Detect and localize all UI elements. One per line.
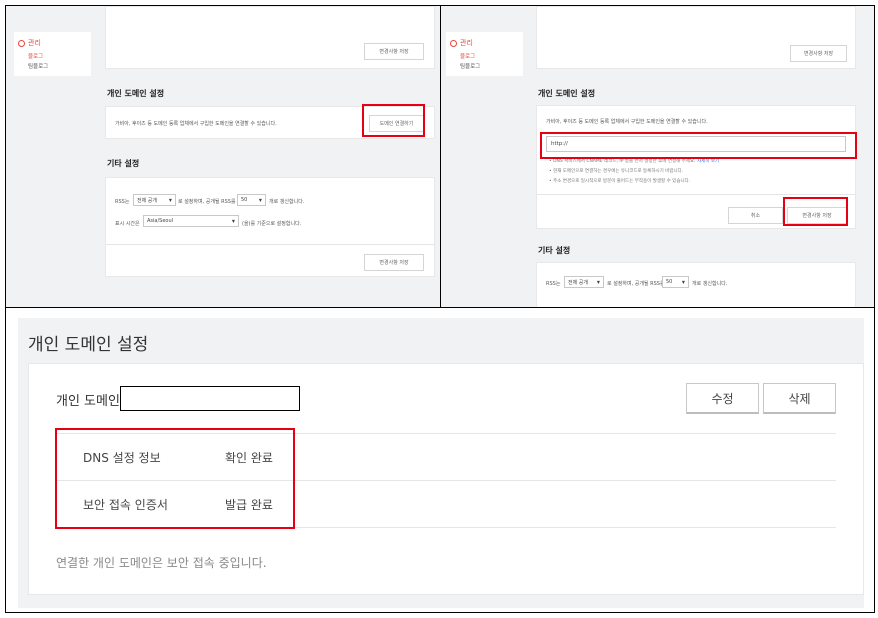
sidebar-item-blog[interactable]: 블로그 [28,52,43,60]
timezone-select[interactable]: Asia/Seoul ▼ [143,215,239,227]
etc-section-title: 기타 설정 [107,159,140,168]
rss-count-select[interactable]: 50 ▼ [662,276,689,288]
edit-button[interactable]: 수정 [686,383,759,414]
etc-section-title: 기타 설정 [538,246,571,255]
learn-more-link[interactable]: 자세히 보기 [697,159,719,164]
sidebar-title[interactable]: 관리 [18,38,41,48]
highlight-domain-input [540,132,857,159]
sidebar-title[interactable]: 관리 [450,38,473,48]
previous-section-card: 변경사항 저장 [105,6,435,69]
rss-mid: 로 설정하며, 공개될 RSS를 [178,199,236,205]
rss-prefix: RSS는 [115,199,130,205]
previous-section-card: 변경사항 저장 [536,6,856,69]
domain-section-title: 개인 도메인 설정 [538,89,596,98]
panel-domain-input: 관리 블로그 팀블로그 변경사항 저장 개인 도메인 설정 가비아, 후이즈 등… [440,5,875,308]
rss-mid: 로 설정하며, 공개될 RSS를 [607,281,665,287]
domain-section-title: 개인 도메인 설정 [107,89,165,98]
etc-section-card: RSS는 전체 공개 ▼ 로 설정하며, 공개될 RSS를 50 ▼ 개로 갱신… [536,262,856,307]
domain-value-redacted [120,386,300,411]
secure-connection-note: 연결한 개인 도메인은 보안 접속 중입니다. [56,556,267,570]
save-changes-button[interactable]: 변경사항 저장 [364,254,424,271]
highlight-status-rows [55,428,295,529]
chevron-down-icon: ▼ [231,218,235,224]
panel-domain-connected: 개인 도메인 설정 개인 도메인 수정 삭제 DNS 설정 정보 확인 완료 보… [5,307,875,613]
sidebar: 관리 블로그 팀블로그 [14,32,91,76]
delete-button[interactable]: 삭제 [763,383,836,414]
etc-section-card: RSS는 전체 공개 ▼ 로 설정하며, 공개될 RSS를 50 ▼ 개로 갱신… [105,177,435,277]
save-changes-button[interactable]: 변경사항 저장 [790,45,847,62]
note-item: • 현재 도메인으로 연결하는 경우에는 유니코드로 등록하시기 바랍니다. [549,169,684,174]
note-item: • 주소 변경으로 일시적으로 방문이 줄어드는 부작용이 발생할 수 있습니다… [549,179,691,184]
sidebar-item-team-blog[interactable]: 팀블로그 [28,62,48,70]
save-changes-button[interactable]: 변경사항 저장 [364,43,424,60]
gear-icon [450,39,457,47]
domain-description: 가비아, 후이즈 등 도메인 등록 업체에서 구입한 도메인을 연결할 수 있습… [546,119,708,125]
panel-before-connect: 관리 블로그 팀블로그 변경사항 저장 개인 도메인 설정 가비아, 후이즈 등… [5,5,441,308]
sidebar-item-team-blog[interactable]: 팀블로그 [460,62,480,70]
domain-description: 가비아, 후이즈 등 도메인 등록 업체에서 구입한 도메인을 연결할 수 있습… [115,121,277,127]
rss-scope-select[interactable]: 전체 공개 ▼ [564,276,604,288]
chevron-down-icon: ▼ [168,197,172,203]
rss-suffix: 개로 갱신합니다. [269,199,305,205]
timezone-prefix: 표시 시간은 [115,221,140,227]
chevron-down-icon: ▼ [596,279,600,285]
divider [537,194,855,195]
cancel-button[interactable]: 취소 [728,207,783,224]
divider [106,244,434,245]
rss-count-select[interactable]: 50 ▼ [237,194,266,206]
chevron-down-icon: ▼ [681,279,685,285]
sidebar: 관리 블로그 팀블로그 [446,32,523,76]
page-title: 개인 도메인 설정 [28,335,149,355]
timezone-suffix: (을)를 기준으로 설정합니다. [242,221,302,227]
highlight-save-button [783,197,848,226]
sidebar-item-blog[interactable]: 블로그 [460,52,475,60]
gear-icon [18,39,25,47]
rss-prefix: RSS는 [546,281,561,287]
domain-label: 개인 도메인 [56,394,120,409]
chevron-down-icon: ▼ [258,197,262,203]
rss-scope-select[interactable]: 전체 공개 ▼ [133,194,176,206]
highlight-connect-button [362,104,425,137]
rss-suffix: 개로 갱신합니다. [692,281,728,287]
